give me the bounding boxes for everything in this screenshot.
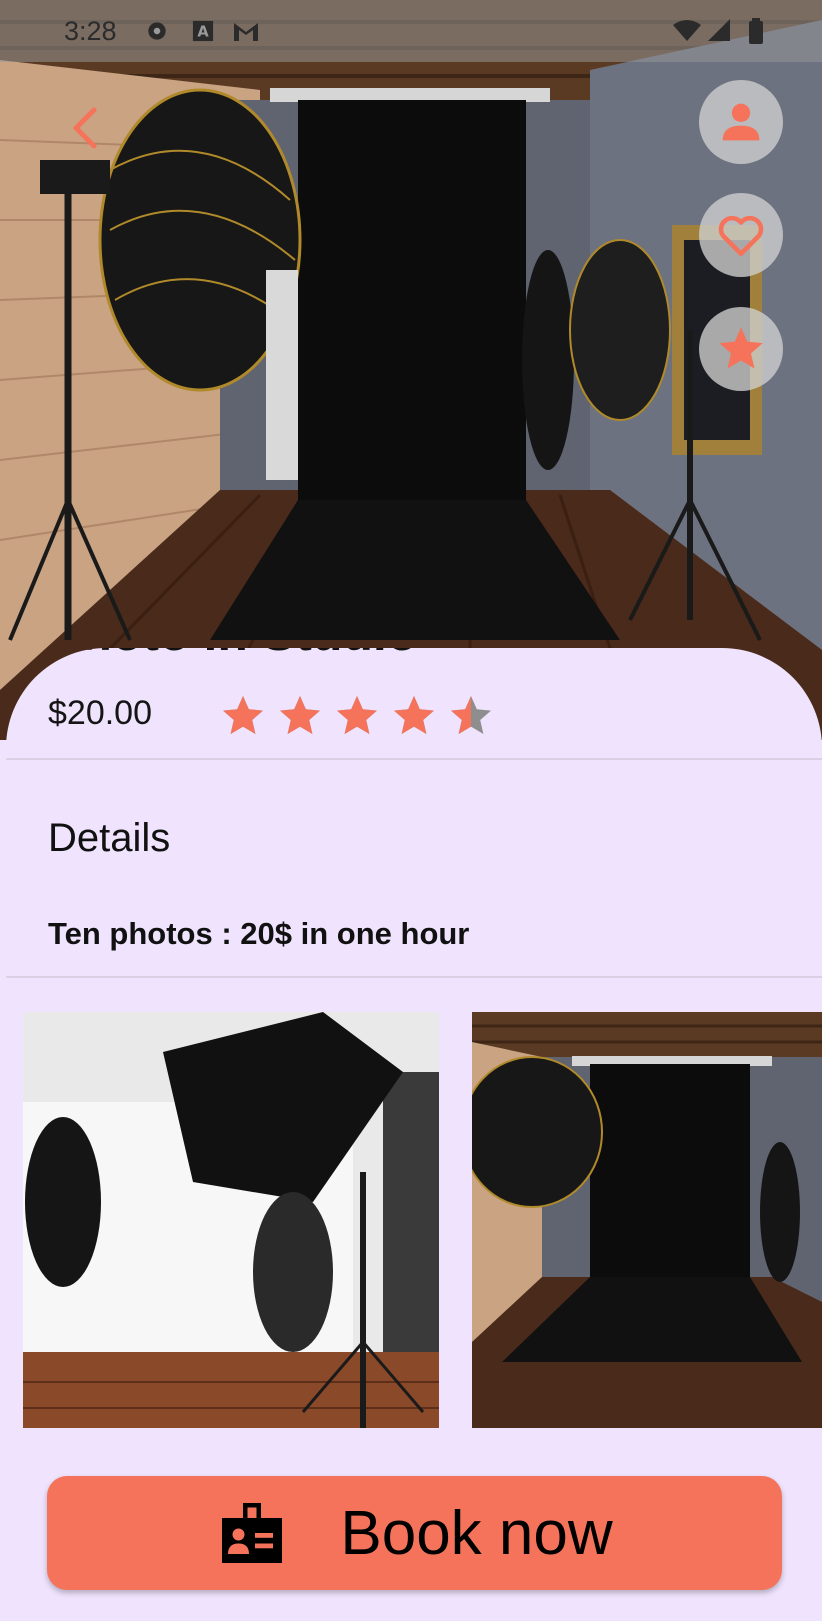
heart-icon <box>718 215 764 257</box>
star-icon <box>451 696 491 734</box>
photo-gallery[interactable] <box>0 1012 822 1428</box>
black-backdrop-studio-photo <box>472 1012 822 1428</box>
product-title: Photo in Studio <box>48 648 417 662</box>
book-now-button[interactable]: Book now <box>47 1476 782 1590</box>
profile-button[interactable] <box>699 80 783 164</box>
star-icon <box>337 696 377 734</box>
person-icon <box>722 103 760 141</box>
gallery-photo-black-backdrop[interactable] <box>472 1012 822 1428</box>
hero-image <box>0 0 822 740</box>
star-icon <box>394 696 434 734</box>
studio-photo <box>0 0 822 740</box>
details-heading: Details <box>48 816 171 860</box>
font-icon: A <box>192 20 214 42</box>
star-icon <box>223 696 263 734</box>
badge-icon <box>222 1503 283 1563</box>
svg-text:A: A <box>197 24 209 41</box>
star-icon <box>719 327 763 369</box>
divider <box>6 758 822 760</box>
wifi-icon <box>673 20 701 41</box>
status-time: 3:28 <box>64 16 117 46</box>
rating-stars <box>219 692 495 740</box>
signal-icon <box>708 19 730 41</box>
chevron-left-icon <box>73 107 97 149</box>
favorite-button[interactable] <box>699 193 783 277</box>
battery-icon <box>749 18 763 44</box>
gallery-photo-white-studio[interactable] <box>23 1012 439 1428</box>
details-text: Ten photos : 20$ in one hour <box>48 916 470 951</box>
settings-icon <box>148 22 166 40</box>
star-icon <box>280 696 320 734</box>
back-button[interactable] <box>58 100 114 156</box>
product-price: $20.00 <box>48 694 152 732</box>
gmail-icon <box>234 23 258 41</box>
rate-button[interactable] <box>699 307 783 391</box>
divider <box>6 976 822 978</box>
white-studio-photo <box>23 1012 439 1428</box>
book-now-label: Book now <box>340 1498 613 1568</box>
status-bar: 3:28 A <box>0 0 822 62</box>
